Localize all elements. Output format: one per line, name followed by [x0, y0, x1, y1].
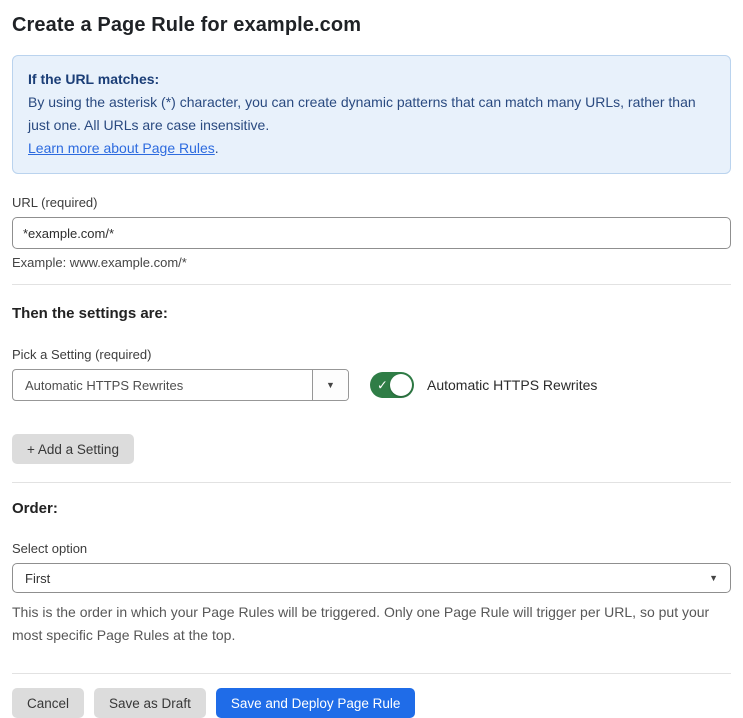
setting-toggle[interactable]: ✓: [370, 372, 414, 398]
save-as-draft-button[interactable]: Save as Draft: [94, 688, 206, 718]
settings-section: Then the settings are: Pick a Setting (r…: [12, 305, 731, 464]
setting-row: Automatic HTTPS Rewrites ▼ ✓ Automatic H…: [12, 369, 731, 401]
footer-actions: Cancel Save as Draft Save and Deploy Pag…: [12, 688, 731, 718]
divider: [12, 482, 731, 483]
add-setting-button[interactable]: + Add a Setting: [12, 434, 134, 464]
setting-toggle-label: Automatic HTTPS Rewrites: [427, 377, 598, 393]
divider: [12, 673, 731, 674]
url-field-helper: Example: www.example.com/*: [12, 255, 187, 270]
order-heading: Order:: [12, 500, 58, 517]
link-suffix: .: [214, 140, 219, 156]
info-box-link-line: Learn more about Page Rules.: [28, 137, 715, 160]
url-match-info-box: If the URL matches: By using the asteris…: [12, 55, 731, 174]
check-icon: ✓: [377, 377, 388, 393]
order-helper-text: This is the order in which your Page Rul…: [12, 604, 710, 643]
create-page-rule-panel: Create a Page Rule for example.com If th…: [0, 0, 743, 718]
order-select[interactable]: First ▼: [12, 563, 731, 593]
url-field-label: URL (required): [12, 195, 98, 210]
info-box-heading: If the URL matches:: [28, 71, 160, 87]
toggle-knob: [390, 374, 412, 396]
save-and-deploy-button[interactable]: Save and Deploy Page Rule: [215, 688, 416, 718]
chevron-down-icon[interactable]: ▼: [312, 370, 348, 400]
page-title: Create a Page Rule for example.com: [12, 14, 362, 36]
divider: [12, 284, 731, 285]
order-section: Order: Select option First ▼ This is the…: [12, 500, 731, 647]
settings-heading: Then the settings are:: [12, 305, 168, 322]
setting-dropdown[interactable]: Automatic HTTPS Rewrites ▼: [12, 369, 349, 401]
url-input[interactable]: [12, 217, 731, 249]
learn-more-link[interactable]: Learn more about Page Rules: [28, 140, 215, 156]
order-select-value: First: [25, 570, 51, 586]
order-select-label: Select option: [12, 541, 88, 556]
info-box-body: By using the asterisk (*) character, you…: [28, 94, 696, 133]
setting-dropdown-value: Automatic HTTPS Rewrites: [25, 377, 184, 393]
chevron-down-icon: ▼: [709, 573, 718, 583]
url-field-section: URL (required) Example: www.example.com/…: [12, 195, 731, 270]
cancel-button[interactable]: Cancel: [12, 688, 85, 718]
pick-setting-label: Pick a Setting (required): [12, 347, 152, 362]
